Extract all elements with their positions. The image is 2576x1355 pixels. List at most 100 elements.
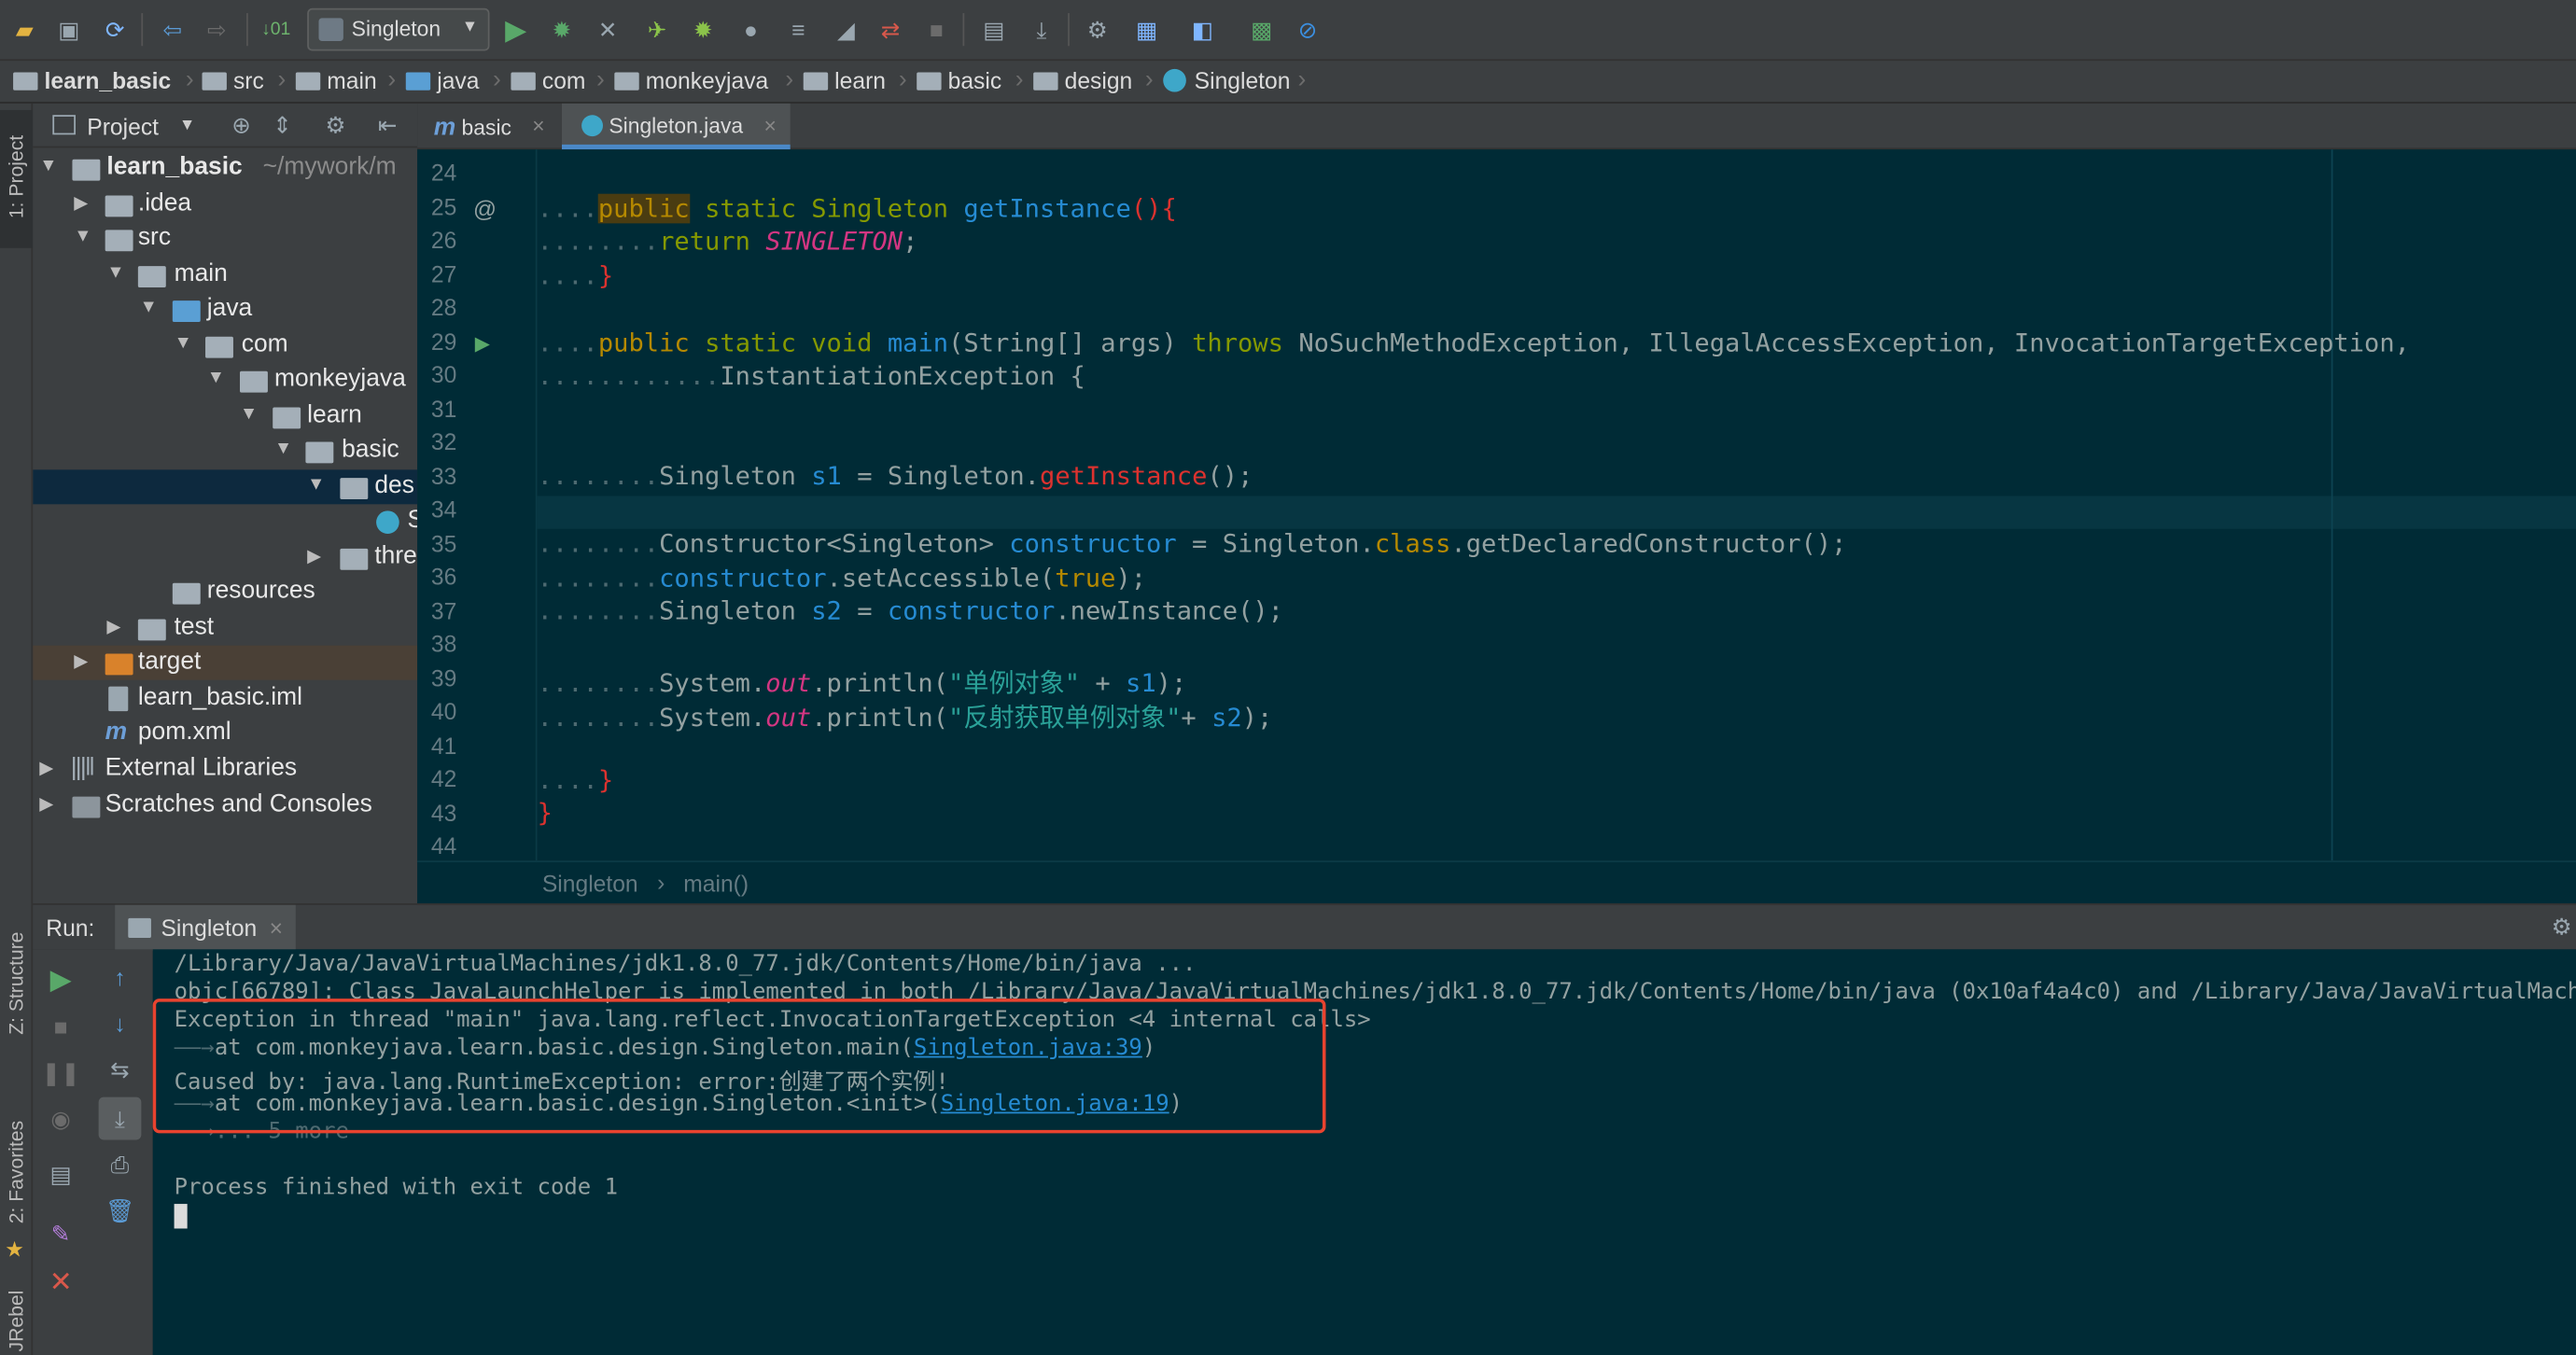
tree-item-learn[interactable]: ▼ learn — [33, 399, 417, 434]
close-icon[interactable]: × — [532, 113, 544, 137]
breadcrumb-item[interactable]: Singleton — [1163, 67, 1290, 93]
breadcrumb-item[interactable]: com — [511, 67, 585, 93]
pause-icon[interactable]: ❚❚ — [41, 1057, 79, 1087]
tree-item-scratches[interactable]: ▶ Scratches and Consoles — [33, 789, 417, 823]
run-icon[interactable]: ▶ — [499, 13, 532, 46]
close-icon[interactable]: ✕ — [46, 1266, 76, 1297]
breadcrumb-item[interactable]: src — [202, 67, 264, 93]
make-icon[interactable]: ↓01 — [259, 13, 292, 46]
reload-icon[interactable]: ⇄ — [874, 13, 906, 46]
plugin-icon[interactable]: ▩ — [1245, 13, 1278, 46]
forward-icon[interactable]: ⇨ — [201, 13, 233, 46]
no-entry-icon[interactable]: ⊘ — [1292, 13, 1324, 46]
line-number: 32 — [430, 428, 457, 455]
code-crumb-method[interactable]: main() — [683, 871, 749, 897]
trash-icon[interactable]: 🗑 — [105, 1195, 135, 1225]
settings-icon[interactable]: ⚙ — [1081, 13, 1113, 46]
code-crumb-class[interactable]: Singleton — [542, 871, 638, 897]
vcs-icon[interactable]: ◧ — [1186, 13, 1219, 46]
scroll-to-end-icon[interactable]: ⤓ — [98, 1097, 142, 1140]
jrebel-run-icon[interactable]: ✈ — [640, 13, 673, 46]
maven-icon: m — [105, 718, 128, 747]
tree-item-main[interactable]: ▼ main — [33, 258, 417, 292]
breadcrumb-item[interactable]: basic — [917, 67, 1001, 93]
back-icon[interactable]: ⇦ — [156, 13, 189, 46]
sdk-icon[interactable]: ▦ — [1130, 13, 1163, 46]
tree-item-target[interactable]: ▶ target — [33, 645, 418, 680]
structure-tab-label[interactable]: Z: Structure — [5, 931, 28, 1034]
tree-item-singleton[interactable]: S — [33, 504, 417, 538]
run-gutter-icon[interactable]: ▶ — [475, 332, 490, 356]
breadcrumb-item[interactable]: main — [295, 67, 377, 93]
tree-item-iml[interactable]: learn_basic.iml — [33, 681, 417, 716]
camera-icon[interactable]: ◉ — [46, 1104, 76, 1134]
locate-icon[interactable]: ⊕ — [231, 112, 251, 140]
project-structure-icon[interactable]: ▤ — [977, 13, 1010, 46]
tree-item-test[interactable]: ▶ test — [33, 611, 417, 646]
tree-item-thread[interactable]: ▶ thre — [33, 540, 417, 575]
download-icon[interactable]: ⤓ — [1025, 13, 1057, 46]
favorites-tab-label[interactable]: 2: Favorites — [5, 1121, 28, 1223]
stop-icon[interactable]: ■ — [46, 1012, 76, 1041]
tree-item-com[interactable]: ▼ com — [33, 328, 417, 363]
stop-icon[interactable]: ■ — [920, 13, 953, 46]
print-icon[interactable]: ⎙ — [105, 1150, 135, 1180]
right-margin-guide — [2331, 149, 2333, 861]
coverage-icon[interactable]: ✕ — [592, 13, 624, 46]
breadcrumb-item[interactable]: learn_basic — [13, 67, 171, 93]
sync-icon[interactable]: ⟳ — [99, 13, 132, 46]
close-icon[interactable]: × — [270, 915, 283, 941]
breadcrumb-item[interactable]: learn — [803, 67, 886, 93]
collapse-all-icon[interactable]: ⇕ — [273, 112, 292, 140]
folder-icon — [614, 72, 639, 91]
breadcrumb-item[interactable]: java — [405, 67, 479, 93]
collapsed-arrow-icon: ▶ — [74, 651, 89, 672]
tab-singleton-java[interactable]: Singleton.java × — [561, 103, 791, 150]
jrebel-tab-label[interactable]: JRebel — [5, 1291, 28, 1352]
source-folder-icon — [172, 300, 201, 322]
code-editor[interactable]: ....public static Singleton getInstance(… — [537, 149, 2576, 861]
open-folder-icon[interactable]: ▰ — [8, 13, 41, 46]
tree-item-learn-basic[interactable]: ▼ learn_basic ~/mywork/m — [33, 151, 417, 186]
rerun-icon[interactable]: ▶ — [46, 964, 76, 995]
gear-icon[interactable]: ⚙ — [2552, 914, 2572, 942]
line-number: 44 — [430, 832, 457, 859]
down-arrow-icon[interactable]: ↓ — [105, 1009, 135, 1039]
error-highlight-box — [152, 999, 1326, 1134]
jrebel-debug-icon[interactable]: ✹ — [687, 13, 720, 46]
breadcrumb-separator: › — [785, 65, 794, 94]
save-icon[interactable]: ▣ — [52, 13, 85, 46]
folder-icon — [137, 266, 166, 287]
tree-item-design[interactable]: ▼ des — [33, 469, 418, 505]
project-view-select[interactable]: Project — [87, 113, 159, 139]
tree-item-java[interactable]: ▼ java — [33, 292, 417, 327]
chevron-down-icon[interactable]: ▼ — [179, 117, 195, 134]
override-marker[interactable]: @ — [473, 195, 497, 221]
soft-wrap-icon[interactable]: ⇆ — [105, 1055, 135, 1084]
layout-icon[interactable]: ▤ — [46, 1160, 76, 1190]
run-tab-singleton[interactable]: Singleton × — [115, 904, 296, 952]
tree-item-basic[interactable]: ▼ basic — [33, 434, 417, 468]
project-tab-label[interactable]: 1: Project — [5, 135, 28, 218]
code-line-30: ............InstantiationException { — [537, 361, 1085, 391]
up-arrow-icon[interactable]: ↑ — [105, 962, 135, 992]
close-icon[interactable]: × — [763, 113, 776, 137]
tree-item-external-libraries[interactable]: ▶ |||‖ External Libraries — [33, 752, 417, 787]
breadcrumb-item[interactable]: monkeyjava — [614, 67, 768, 93]
pin-icon[interactable]: ✎ — [46, 1219, 76, 1249]
breadcrumb-item[interactable]: design — [1033, 67, 1132, 93]
gear-icon[interactable]: ⚙ — [326, 112, 346, 140]
run-configuration-select[interactable]: Singleton ▼ — [307, 7, 490, 51]
tree-item-pom[interactable]: m pom.xml — [33, 716, 417, 750]
hide-panel-icon[interactable]: ⇤ — [378, 112, 398, 140]
debug-icon[interactable]: ✹ — [545, 13, 578, 46]
tree-item-idea[interactable]: ▶ .idea — [33, 188, 417, 222]
tab-basic[interactable]: m basic × — [417, 104, 562, 149]
hammer-icon[interactable]: ◢ — [830, 13, 862, 46]
toolbar-separator — [1068, 13, 1070, 47]
profile-icon[interactable]: ● — [735, 13, 767, 46]
tree-item-monkeyjava[interactable]: ▼ monkeyjava — [33, 363, 417, 398]
build-icon[interactable]: ≡ — [782, 13, 815, 46]
tree-item-src[interactable]: ▼ src — [33, 222, 417, 257]
tree-item-resources[interactable]: resources — [33, 575, 417, 609]
